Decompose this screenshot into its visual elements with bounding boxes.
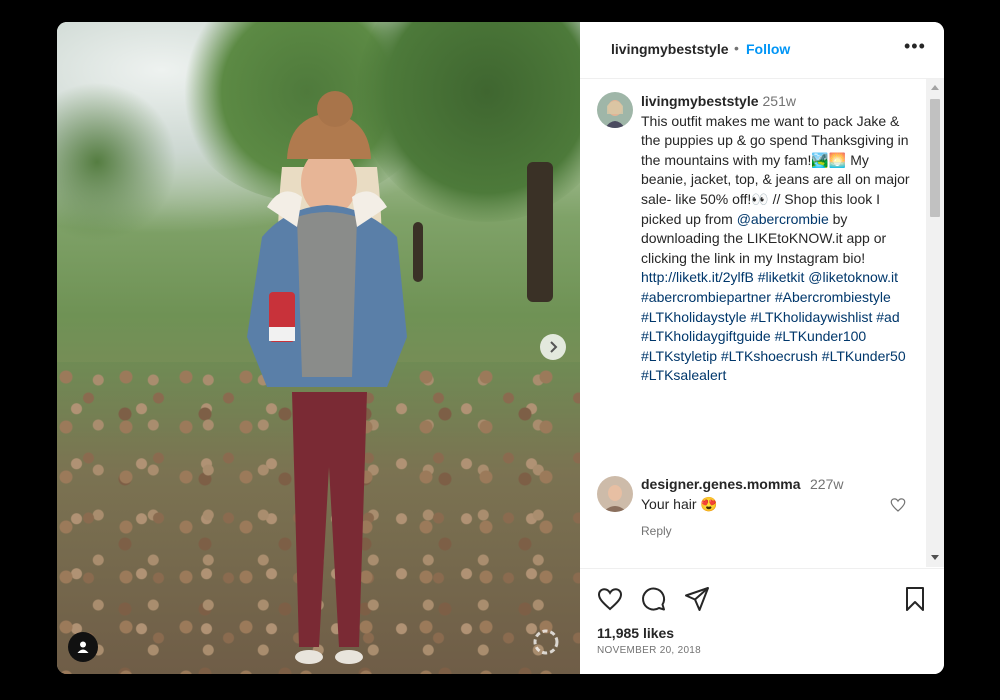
author-username[interactable]: livingmybeststyle xyxy=(611,41,729,57)
caption-tag[interactable]: #LTKshoecrush xyxy=(721,348,818,364)
scroll-up-arrow[interactable] xyxy=(931,85,939,90)
actions-bar: 11,985 likes NOVEMBER 20, 2018 xyxy=(580,568,944,674)
caption-tag[interactable]: #LTKholidaywishlist xyxy=(750,309,872,325)
reply-button[interactable]: Reply xyxy=(641,524,672,538)
author-avatar[interactable] xyxy=(597,92,633,128)
watermark-icon xyxy=(533,629,559,655)
caption-tag[interactable]: #LTKsalealert xyxy=(641,367,726,383)
caption-tag[interactable]: @liketoknow.it xyxy=(808,269,898,285)
caption-tag[interactable]: #LTKholidaystyle xyxy=(641,309,747,325)
post-panel: livingmybeststyle • Follow ••• livingmyb… xyxy=(580,22,944,674)
chevron-right-icon[interactable] xyxy=(540,334,566,360)
user-icon[interactable] xyxy=(68,632,98,662)
photo-person xyxy=(247,91,407,664)
photo-trunk xyxy=(527,162,553,302)
follow-button[interactable]: Follow xyxy=(746,41,790,57)
caption-tag[interactable]: #liketkit xyxy=(758,269,805,285)
caption-username[interactable]: livingmybeststyle xyxy=(641,93,759,109)
caption-tag[interactable]: #LTKstyletip xyxy=(641,348,717,364)
caption-tag[interactable]: #LTKholidaygiftguide xyxy=(641,328,771,344)
comment-icon[interactable] xyxy=(639,585,667,613)
comments-scrollbar[interactable] xyxy=(926,79,944,567)
post-header: livingmybeststyle • Follow ••• xyxy=(580,22,944,79)
likes-count[interactable]: 11,985 likes xyxy=(597,625,674,641)
caption-text: This outfit makes me want to pack Jake &… xyxy=(641,112,910,384)
commenter-avatar[interactable] xyxy=(597,476,633,512)
separator-dot: • xyxy=(734,40,739,56)
caption-tag[interactable]: #abercrombiepartner xyxy=(641,289,771,305)
heart-icon[interactable] xyxy=(596,585,624,613)
post-caption: livingmybeststyle 251w This outfit makes … xyxy=(641,92,917,386)
scroll-thumb[interactable] xyxy=(930,99,940,217)
caption-tag[interactable]: http://liketk.it/2ylfB xyxy=(641,269,754,285)
more-icon[interactable]: ••• xyxy=(904,36,926,57)
post-modal: livingmybeststyle • Follow ••• livingmyb… xyxy=(57,22,944,674)
comment-username[interactable]: designer.genes.momma xyxy=(641,476,801,492)
caption-tag[interactable]: @abercrombie xyxy=(737,211,829,227)
post-photo[interactable] xyxy=(57,22,580,674)
bookmark-icon[interactable] xyxy=(901,585,929,613)
comment-time[interactable]: 227w xyxy=(810,476,843,492)
caption-tag[interactable]: #Abercrombiestyle xyxy=(775,289,891,305)
caption-tag[interactable]: #LTKunder100 xyxy=(775,328,867,344)
comment-heart-icon[interactable] xyxy=(889,496,907,514)
post-date[interactable]: NOVEMBER 20, 2018 xyxy=(597,645,701,656)
caption-tag[interactable]: #LTKunder50 xyxy=(822,348,906,364)
caption-time[interactable]: 251w xyxy=(763,93,796,109)
caption-tag[interactable]: #ad xyxy=(876,309,899,325)
scroll-down-arrow[interactable] xyxy=(931,555,939,560)
share-icon[interactable] xyxy=(683,585,711,613)
comments-section[interactable]: livingmybeststyle 251w This outfit makes … xyxy=(580,79,944,567)
comment-text: Your hair 😍 xyxy=(641,496,718,512)
